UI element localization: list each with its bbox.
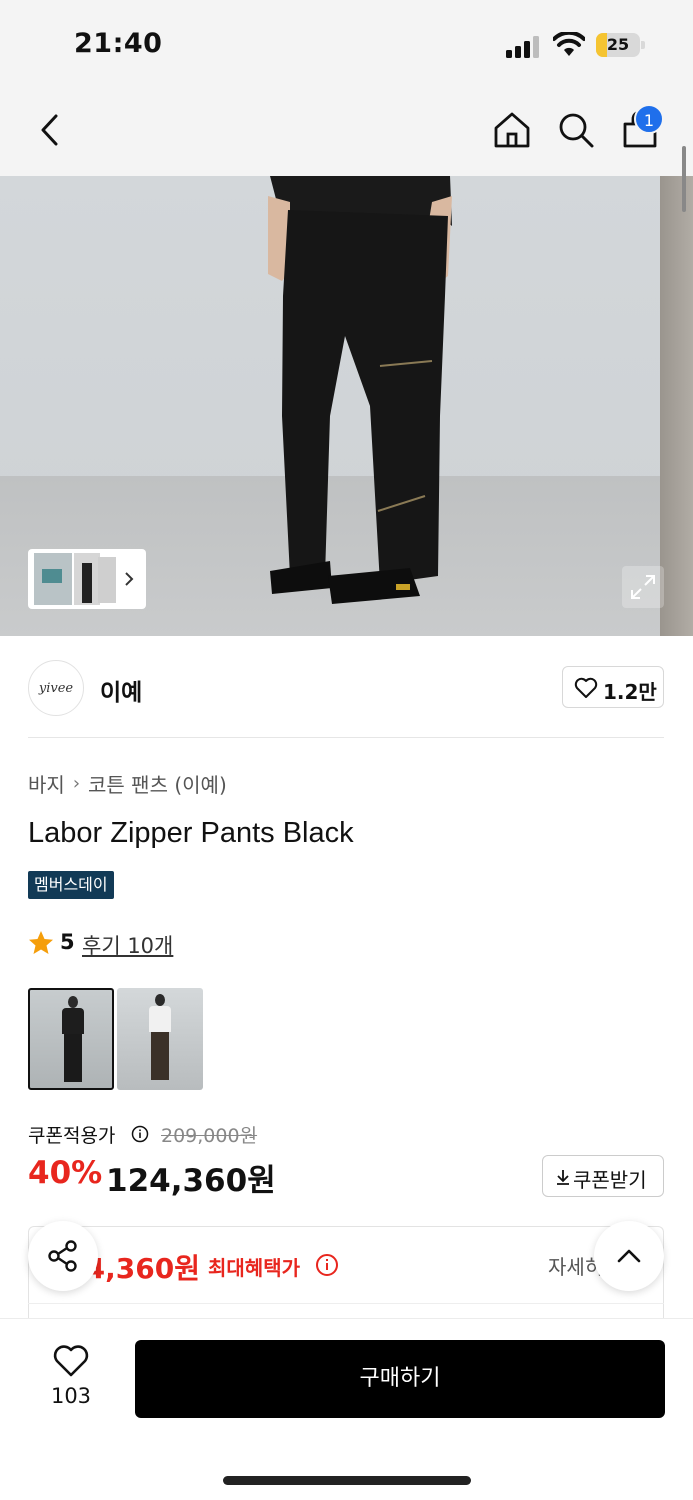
- search-icon[interactable]: [556, 110, 596, 150]
- info-icon[interactable]: [131, 1125, 149, 1143]
- battery-icon: 25: [596, 33, 646, 57]
- event-badge: 멤버스데이: [28, 871, 114, 899]
- breadcrumb-item-brand[interactable]: (이예): [174, 773, 226, 797]
- status-bar: 21:40 25: [0, 0, 693, 88]
- cart-count-badge: 1: [634, 104, 664, 134]
- breadcrumb-item-subcategory[interactable]: 코튼 팬츠: [88, 773, 168, 797]
- expand-icon: [631, 575, 655, 599]
- sale-price: 124,360원: [106, 1163, 276, 1199]
- brand-like-button[interactable]: 1.2만: [562, 666, 664, 708]
- max-benefit-label: 최대혜택가: [208, 1256, 300, 1280]
- wishlist-button[interactable]: 103: [36, 1340, 106, 1420]
- expand-image-button[interactable]: [622, 566, 664, 608]
- home-icon[interactable]: [492, 110, 532, 150]
- breadcrumb: 바지 › 코튼 팬츠 (이예): [28, 769, 227, 798]
- product-title: Labor Zipper Pants Black: [28, 817, 354, 849]
- info-icon[interactable]: [315, 1253, 339, 1277]
- breadcrumb-item-category[interactable]: 바지: [28, 773, 65, 797]
- download-icon: [557, 1170, 569, 1185]
- brand-like-count: 1.2만: [603, 680, 657, 704]
- star-icon: [29, 931, 53, 954]
- color-option-thumbnail[interactable]: [28, 988, 114, 1090]
- divider: [28, 737, 664, 738]
- max-benefit-price: 124,360원: [86, 1252, 200, 1285]
- brand-logo[interactable]: yivee: [28, 660, 84, 716]
- rating-value: 5: [60, 930, 75, 954]
- heart-icon: [53, 1345, 89, 1377]
- cellular-signal-icon: [506, 36, 539, 58]
- original-price: 209,000원: [161, 1125, 258, 1147]
- wishlist-count: 103: [50, 1384, 92, 1408]
- wifi-icon: [553, 32, 585, 56]
- color-option-thumbnail[interactable]: [117, 988, 203, 1090]
- divider: [28, 1303, 664, 1304]
- battery-level: 25: [606, 35, 630, 54]
- scroll-to-top-button[interactable]: [594, 1221, 664, 1291]
- share-icon: [48, 1240, 77, 1272]
- brand-name[interactable]: 이예: [100, 673, 142, 707]
- get-coupon-button[interactable]: 쿠폰받기: [542, 1155, 664, 1197]
- home-indicator: [223, 1476, 471, 1485]
- scroll-indicator: [682, 146, 686, 212]
- status-time: 21:40: [74, 28, 163, 59]
- coupon-price-label: 쿠폰적용가: [28, 1125, 116, 1147]
- get-coupon-label: 쿠폰받기: [573, 1168, 647, 1192]
- chevron-right-icon: [125, 572, 134, 586]
- top-nav-bar: [0, 88, 693, 176]
- discount-rate: 40%: [28, 1155, 103, 1191]
- share-button[interactable]: [28, 1221, 98, 1291]
- image-thumbnail-strip[interactable]: [28, 549, 146, 609]
- heart-icon: [574, 677, 598, 698]
- chevron-left-icon[interactable]: [34, 110, 66, 150]
- chevron-up-icon: [617, 1249, 641, 1263]
- review-count-link[interactable]: 후기 10개: [82, 930, 173, 960]
- chevron-right-icon: ›: [72, 773, 81, 794]
- buy-button[interactable]: 구매하기: [135, 1340, 665, 1418]
